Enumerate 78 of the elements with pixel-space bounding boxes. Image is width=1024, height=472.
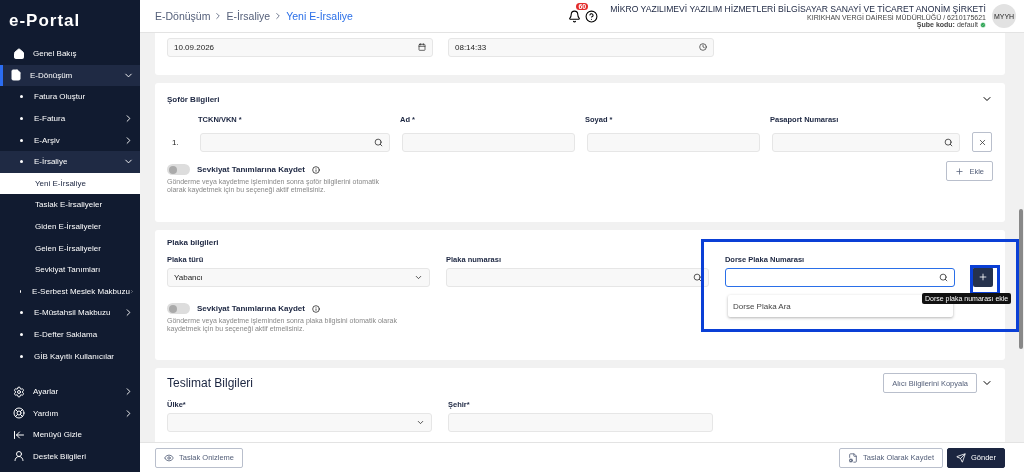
breadcrumb-link[interactable]: E-Dönüşüm	[155, 10, 211, 22]
sidebar-item[interactable]: Fatura Oluştur	[0, 86, 140, 108]
sidebar-item[interactable]: E-Müstahsil Makbuzu	[0, 302, 140, 324]
info-icon	[311, 165, 320, 174]
calendar-icon	[418, 43, 426, 51]
date-field[interactable]: 10.09.2026	[167, 37, 433, 57]
sidebar-item[interactable]: E-Serbest Meslek Makbuzu	[0, 280, 140, 303]
plus-icon	[978, 272, 989, 282]
sidebar-item[interactable]: Giden E-İrsaliyeler	[0, 215, 140, 238]
text-field[interactable]	[448, 413, 713, 432]
sidebar-item[interactable]: E-Arşiv	[0, 129, 140, 151]
sidebar-item[interactable]: E-Defter Saklama	[0, 323, 140, 346]
text-field[interactable]	[587, 132, 760, 152]
clock-icon	[699, 43, 707, 51]
send-icon	[955, 452, 966, 463]
help-icon[interactable]	[585, 9, 599, 23]
chevron-down-icon	[413, 273, 423, 282]
section-title: Plaka bilgileri	[167, 238, 219, 247]
remove-button[interactable]	[972, 132, 992, 152]
sidebar-item[interactable]: Menüyü Gizle	[0, 424, 140, 446]
toggle-label: Sevkiyat Tanımlarına Kaydet	[197, 304, 305, 313]
sidebar-item[interactable]: GİB Kayıtlı Kullanıcılar	[0, 345, 140, 367]
arrow-left-icon	[13, 428, 25, 441]
add-button[interactable]	[973, 267, 993, 287]
gear-icon	[13, 385, 25, 398]
search-icon	[374, 137, 383, 147]
breadcrumb-link[interactable]: E-İrsaliye	[226, 10, 271, 22]
search-icon	[944, 137, 953, 147]
document-icon	[10, 69, 22, 82]
bullet-icon	[20, 117, 23, 121]
breadcrumb-link[interactable]: Yeni E-İrsaliye	[286, 10, 353, 22]
bullet-icon	[20, 95, 23, 99]
scrollbar-thumb[interactable]	[1019, 209, 1023, 349]
check-icon	[980, 21, 986, 28]
section-title: Şoför Bilgileri	[167, 94, 220, 104]
sidebar-item[interactable]: Gelen E-İrsaliyeler	[0, 237, 140, 259]
close-icon	[977, 137, 987, 147]
bullet-icon	[20, 333, 23, 336]
sidebar-item[interactable]: E-Fatura	[0, 107, 140, 130]
search-icon	[939, 273, 949, 282]
search-field[interactable]	[724, 268, 956, 287]
toggle-switch[interactable]	[167, 164, 190, 175]
select-field[interactable]: Yabancı	[167, 268, 430, 287]
row-number: 1.	[172, 137, 180, 147]
app-logo: e-Portal	[8, 10, 82, 32]
sidebar-item[interactable]: Genel Bakış	[0, 43, 140, 65]
home-icon	[13, 47, 25, 60]
eye-icon	[164, 452, 174, 463]
sidebar-item[interactable]: Taslak E-İrsaliyeler	[0, 194, 140, 216]
text-field[interactable]	[402, 132, 575, 152]
section-title: Teslimat Bilgileri	[167, 376, 254, 390]
bullet-icon	[20, 160, 23, 164]
search-icon	[692, 273, 702, 282]
company-name: MİKRO YAZILIMEVİ YAZILIM HİZMETLERİ BİLGİSAYAR SANAYİ VE TİCARET ANONİM ŞİRKETİ	[610, 4, 986, 14]
lifebuoy-icon	[13, 407, 25, 420]
text-field[interactable]	[200, 132, 390, 152]
document-gear-icon	[848, 452, 859, 463]
sidebar-item[interactable]: Destek Bilgileri	[0, 445, 140, 468]
sidebar-item[interactable]: Sevkiyat Tanımları	[0, 258, 140, 281]
info-icon	[311, 304, 320, 313]
bell-icon[interactable]	[568, 9, 582, 23]
person-icon	[13, 450, 25, 463]
sidebar-item[interactable]: E-Dönüşüm	[0, 64, 140, 87]
time-field[interactable]: 08:14:33	[448, 37, 714, 57]
text-field[interactable]	[445, 268, 709, 287]
sidebar-item[interactable]: E-İrsaliye	[0, 150, 140, 173]
sidebar-item[interactable]: Ayarlar	[0, 380, 140, 403]
bullet-icon	[20, 311, 23, 315]
select-field[interactable]	[167, 413, 432, 432]
bullet-icon	[20, 138, 23, 142]
toggle-switch[interactable]	[167, 303, 190, 314]
toggle-label: Sevkiyat Tanımlarına Kaydet	[197, 165, 305, 174]
text-field[interactable]	[772, 132, 960, 152]
sidebar-item[interactable]: Yeni E-İrsaliye	[0, 172, 140, 195]
sidebar-item[interactable]: Yardım	[0, 402, 140, 425]
plus-icon	[955, 166, 965, 176]
bullet-icon	[20, 354, 23, 358]
chevron-down-icon	[416, 418, 425, 427]
